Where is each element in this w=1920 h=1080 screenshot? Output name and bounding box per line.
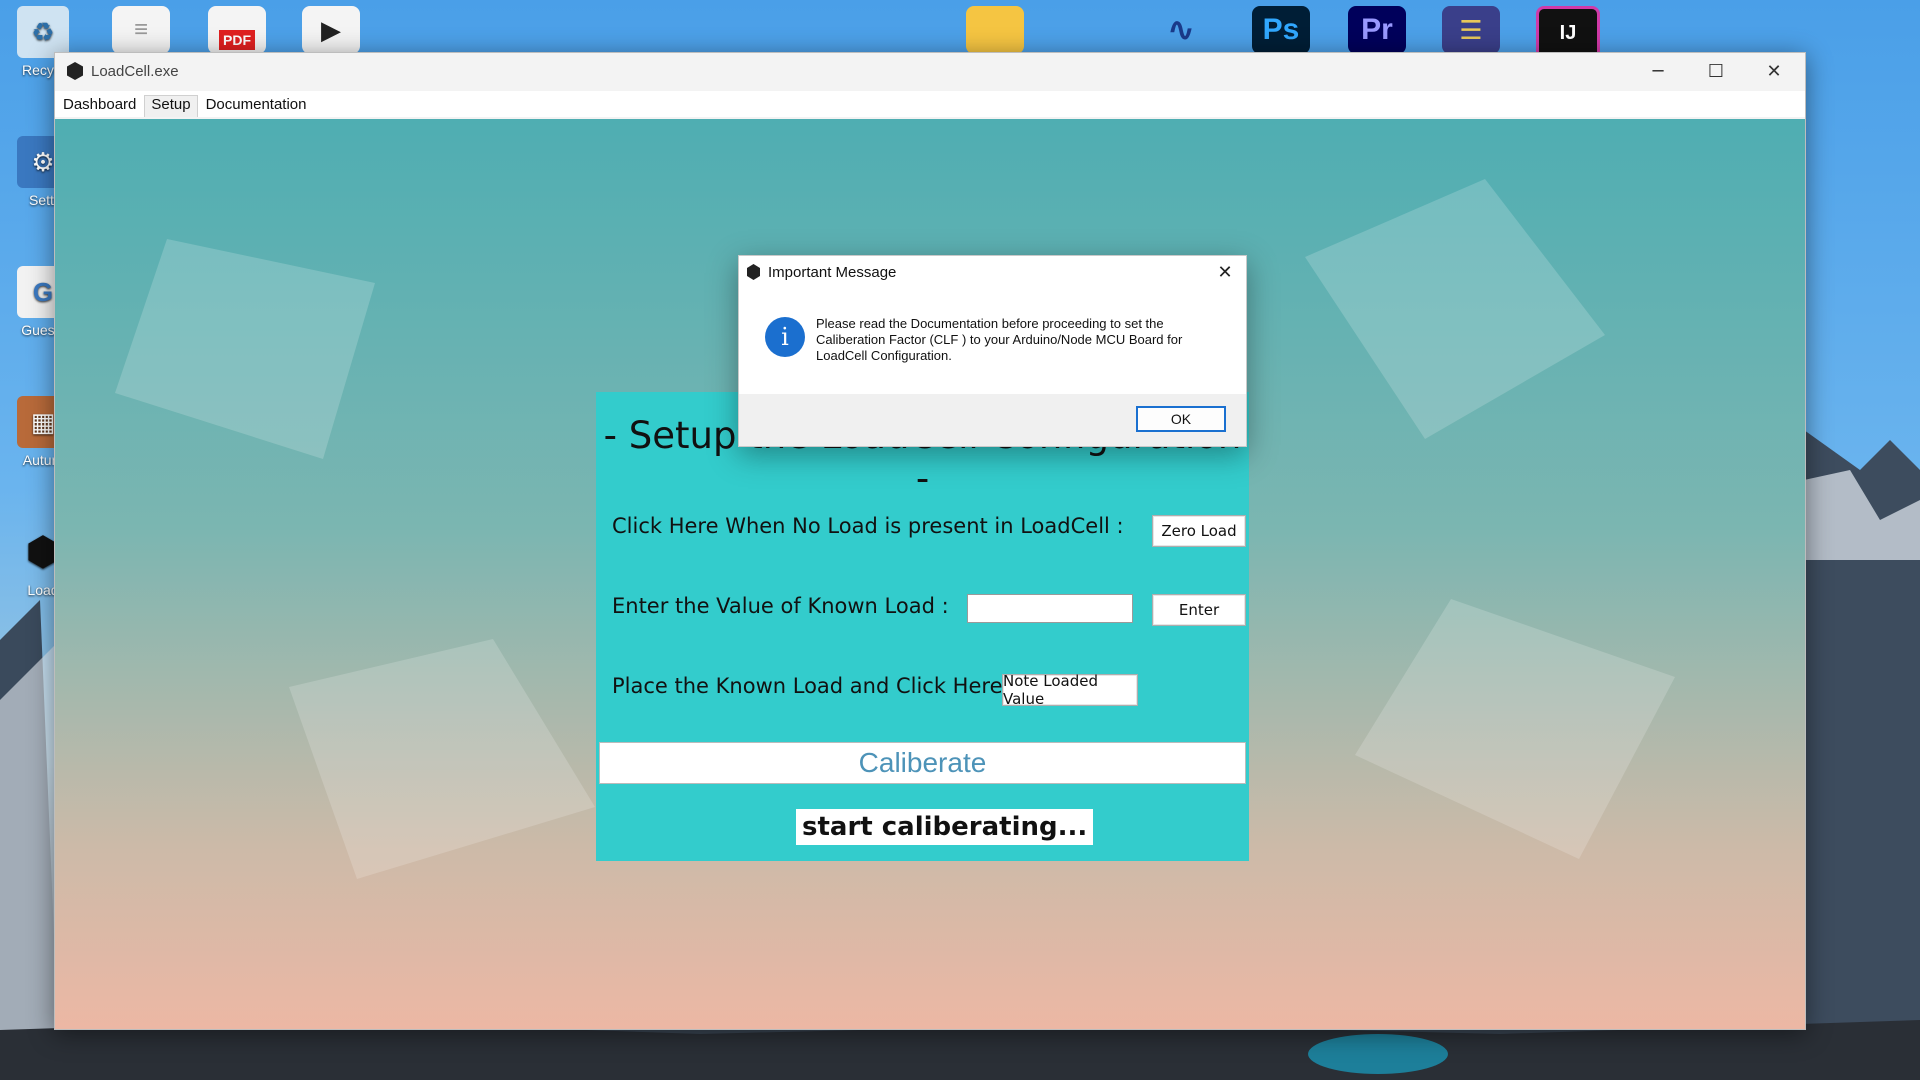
background-facet xyxy=(115,239,375,459)
place-load-label: Place the Known Load and Click Here xyxy=(612,674,1003,698)
tab-setup[interactable]: Setup xyxy=(144,95,198,117)
premiere-icon[interactable]: Pr xyxy=(1348,6,1406,54)
important-message-dialog: Important Message ✕ i Please read the Do… xyxy=(738,255,1247,447)
text-file-icon[interactable]: ≡ xyxy=(112,6,170,54)
desktop: ♻ Recycl ⚙ Setti G Guessi ▦ Autum ⬢ Load… xyxy=(0,0,1920,1080)
background-facet xyxy=(289,639,595,879)
zero-load-button[interactable]: Zero Load xyxy=(1152,515,1246,547)
media-player-icon[interactable]: ▶ xyxy=(302,6,360,54)
intellij-label: IJ xyxy=(1559,21,1577,44)
setup-page: - Setup the LoadCell Configuration - Cli… xyxy=(55,119,1805,1029)
recycle-bin-icon: ♻ xyxy=(17,6,69,58)
known-load-label: Enter the Value of Known Load : xyxy=(612,594,949,618)
audio-app-icon[interactable]: ∿ xyxy=(1152,6,1210,54)
dialog-message: Please read the Documentation before pro… xyxy=(816,316,1183,363)
window-title: LoadCell.exe xyxy=(91,62,179,80)
info-icon: i xyxy=(765,317,805,357)
desktop-icon-label: Setti xyxy=(28,192,57,208)
zero-load-label: Click Here When No Load is present in Lo… xyxy=(612,514,1124,538)
loadcell-app-icon xyxy=(747,264,760,280)
background-facet xyxy=(1305,179,1605,439)
status-text: start caliberating... xyxy=(796,809,1094,845)
enter-button[interactable]: Enter xyxy=(1152,594,1246,626)
pdf-file-icon[interactable]: PDF xyxy=(208,6,266,54)
tab-documentation[interactable]: Documentation xyxy=(200,94,313,117)
window-titlebar[interactable]: LoadCell.exe ─ ☐ ✕ xyxy=(55,53,1805,89)
photoshop-icon[interactable]: Ps xyxy=(1252,6,1310,54)
known-load-input[interactable] xyxy=(967,594,1133,623)
ok-button[interactable]: OK xyxy=(1136,406,1226,432)
calibrate-button[interactable]: Caliberate xyxy=(599,742,1246,784)
dialog-title: Important Message xyxy=(768,263,897,281)
tab-dashboard[interactable]: Dashboard xyxy=(57,94,142,117)
dialog-titlebar[interactable]: Important Message ✕ xyxy=(739,256,1246,288)
note-loaded-value-button[interactable]: Note Loaded Value xyxy=(1002,672,1138,708)
dialog-footer: OK xyxy=(739,394,1246,446)
loadcell-window: LoadCell.exe ─ ☐ ✕ Dashboard Setup Docum… xyxy=(54,52,1806,1030)
mixer-app-icon[interactable]: ☰ xyxy=(1442,6,1500,54)
close-button[interactable]: ✕ xyxy=(1745,53,1803,89)
loadcell-app-icon xyxy=(67,62,83,80)
setup-panel: - Setup the LoadCell Configuration - Cli… xyxy=(596,392,1249,861)
dialog-close-button[interactable]: ✕ xyxy=(1210,258,1240,286)
minimize-button[interactable]: ─ xyxy=(1629,53,1687,89)
photoshop-label: Ps xyxy=(1262,13,1300,46)
folder-icon[interactable] xyxy=(966,6,1024,54)
premiere-label: Pr xyxy=(1361,13,1393,46)
background-facet xyxy=(1355,599,1675,859)
maximize-button[interactable]: ☐ xyxy=(1687,53,1745,89)
pdf-label: PDF xyxy=(219,30,255,50)
tab-bar: Dashboard Setup Documentation xyxy=(55,91,1805,117)
